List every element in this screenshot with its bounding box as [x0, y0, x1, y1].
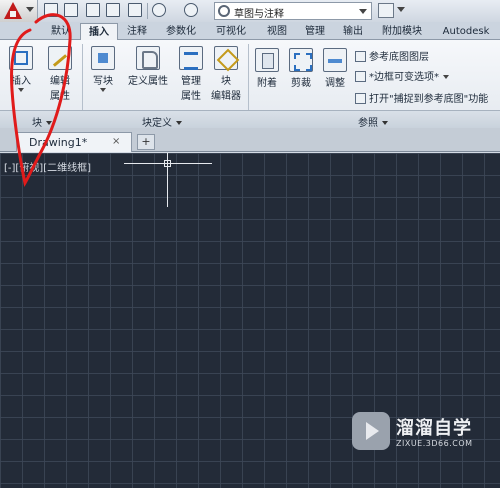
tab-insert[interactable]: 插入: [80, 23, 118, 40]
write-block-button[interactable]: 写块: [88, 46, 118, 92]
tab-annotate[interactable]: 注释: [120, 23, 154, 40]
new-tab-button[interactable]: +: [137, 134, 155, 150]
chevron-down-icon: [18, 88, 24, 92]
layers-icon: [355, 51, 366, 62]
adjust-button[interactable]: 调整: [320, 48, 350, 89]
tab-view[interactable]: 视图: [260, 23, 294, 40]
tab-manage[interactable]: 管理: [298, 23, 332, 40]
insert-block-button[interactable]: 插入: [6, 46, 36, 92]
viewport-controls-label[interactable]: [-][俯视][二维线框]: [4, 159, 91, 174]
tag-icon: [136, 46, 160, 70]
edit-attribute-icon: [48, 46, 72, 70]
frame-icon: [355, 71, 366, 82]
tab-visualize[interactable]: 可视化: [208, 23, 254, 40]
crosshair-pickbox: [164, 160, 171, 167]
underlay-layers-label: 参考底图图层: [369, 52, 429, 63]
write-block-icon: [91, 46, 115, 70]
tab-addins[interactable]: 附加模块: [374, 23, 430, 40]
ribbon-tab-row: 默认 插入 注释 参数化 可视化 视图 管理 输出 附加模块 Autodesk: [0, 22, 500, 40]
panel-title-block[interactable]: 块: [32, 114, 52, 129]
tab-parametric[interactable]: 参数化: [158, 23, 204, 40]
chevron-down-icon: [46, 121, 52, 125]
block-editor-button[interactable]: 块 编辑器: [208, 46, 244, 102]
chevron-down-icon: [26, 7, 34, 12]
snap-underlay-button[interactable]: 打开"捕捉到参考底图"功能: [355, 90, 488, 105]
customize-toolbar-icon[interactable]: [397, 7, 405, 12]
adjust-icon: [323, 48, 347, 72]
frame-variable-label: *边框可变选项*: [369, 72, 439, 83]
insert-block-label: 插入: [11, 76, 31, 87]
autocad-logo-notch: [10, 11, 16, 17]
snap-icon: [355, 93, 366, 104]
watermark: 溜溜自学 ZIXUE.3D66.COM: [352, 404, 474, 474]
edit-attribute-label-line2: 属性: [50, 91, 70, 102]
close-icon[interactable]: ×: [112, 136, 120, 147]
clip-icon: [289, 48, 313, 72]
open-folder-icon[interactable]: [64, 3, 78, 17]
document-tab-bar: Drawing1* × +: [0, 128, 500, 152]
define-attribute-button[interactable]: 定义属性: [122, 46, 174, 87]
panel-title-reference[interactable]: 参照: [358, 114, 388, 129]
manage-attributes-label-line1: 管理: [181, 76, 201, 87]
adjust-label: 调整: [325, 78, 345, 89]
chevron-down-icon: [382, 121, 388, 125]
define-attribute-label: 定义属性: [128, 76, 168, 87]
edit-attribute-button[interactable]: 编辑 属性: [42, 46, 78, 102]
save-icon[interactable]: [86, 3, 100, 17]
block-editor-label-line2: 编辑器: [211, 91, 241, 102]
tab-autodesk[interactable]: Autodesk: [436, 23, 496, 40]
insert-block-icon: [9, 46, 33, 70]
quick-tool-icon[interactable]: [378, 3, 394, 18]
quick-access-toolbar: 草图与注释: [0, 0, 500, 22]
document-tab-label: Drawing1*: [29, 136, 88, 149]
chevron-down-icon: [359, 9, 367, 14]
toolbar-separator: [147, 3, 148, 19]
block-editor-label-line1: 块: [221, 76, 231, 87]
attach-label: 附着: [257, 78, 277, 89]
tab-output[interactable]: 输出: [336, 23, 370, 40]
ribbon-panel-titles: 块 块定义 参照: [0, 110, 500, 129]
frame-variable-dropdown[interactable]: *边框可变选项*: [355, 68, 449, 83]
workspace-switcher[interactable]: 草图与注释: [214, 2, 372, 20]
chevron-down-icon: [443, 75, 449, 79]
clip-button[interactable]: 剪裁: [286, 48, 316, 89]
watermark-url: ZIXUE.3D66.COM: [396, 439, 473, 448]
application-menu-button[interactable]: [0, 0, 38, 22]
new-file-icon[interactable]: [44, 3, 58, 17]
underlay-layers-button[interactable]: 参考底图图层: [355, 48, 429, 63]
attach-button[interactable]: 附着: [252, 48, 282, 89]
document-tab-drawing1[interactable]: Drawing1* ×: [16, 132, 132, 152]
snap-underlay-label: 打开"捕捉到参考底图"功能: [369, 94, 489, 105]
print-icon[interactable]: [128, 3, 142, 17]
play-icon: [352, 412, 390, 450]
manage-attributes-icon: [179, 46, 203, 70]
watermark-title: 溜溜自学: [396, 418, 472, 439]
attach-icon: [255, 48, 279, 72]
save-as-icon[interactable]: [106, 3, 120, 17]
block-editor-icon: [214, 46, 238, 70]
redo-icon[interactable]: [184, 3, 198, 17]
manage-attributes-label-line2: 属性: [181, 91, 201, 102]
manage-attributes-button[interactable]: 管理 属性: [176, 46, 206, 102]
gear-icon: [218, 5, 230, 17]
panel-divider: [248, 44, 249, 110]
write-block-label: 写块: [93, 76, 113, 87]
panel-title-block-definition[interactable]: 块定义: [142, 114, 182, 129]
undo-icon[interactable]: [152, 3, 166, 17]
panel-divider: [82, 44, 83, 110]
clip-label: 剪裁: [291, 78, 311, 89]
chevron-down-icon: [100, 88, 106, 92]
tab-default[interactable]: 默认: [44, 23, 78, 40]
workspace-label: 草图与注释: [234, 9, 284, 20]
edit-attribute-label-line1: 编辑: [50, 76, 70, 87]
chevron-down-icon: [176, 121, 182, 125]
